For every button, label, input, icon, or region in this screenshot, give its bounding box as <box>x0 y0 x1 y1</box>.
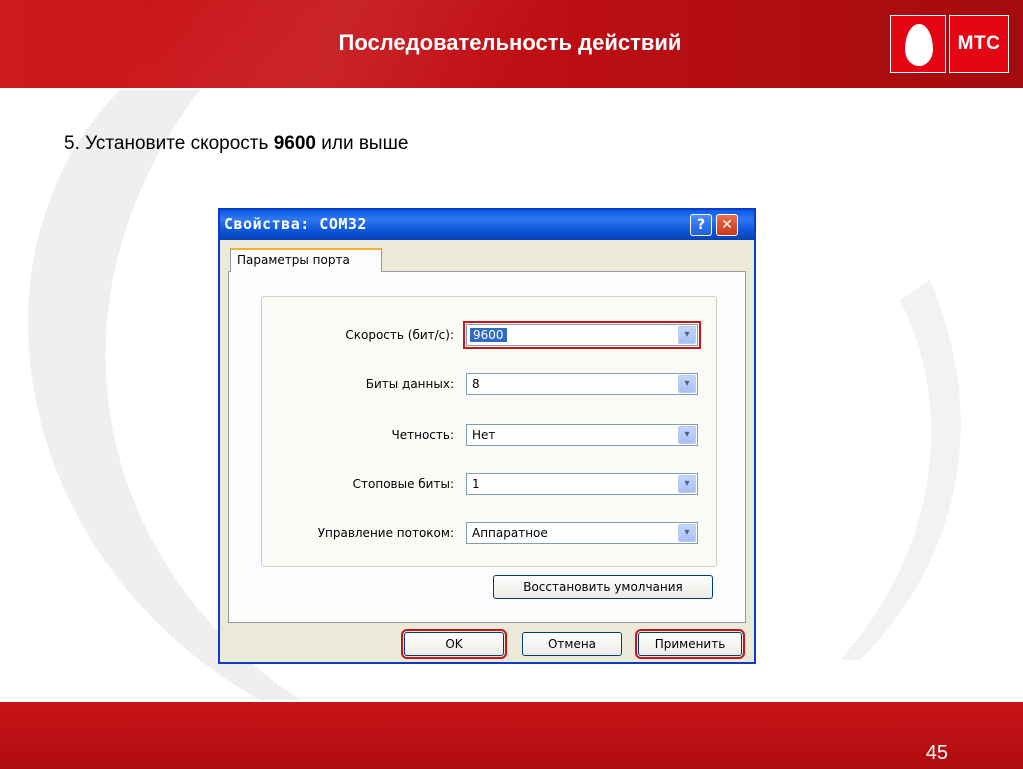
close-button[interactable]: ✕ <box>716 214 738 236</box>
mts-egg-logo <box>890 15 946 73</box>
apply-button[interactable]: Применить <box>635 629 745 659</box>
com-port-properties-dialog: Свойства: COM32 ? ✕ Параметры порта Скор… <box>218 208 756 664</box>
chevron-down-icon[interactable]: ▾ <box>678 326 696 344</box>
step-instruction: 5. Установите скорость 9600 или выше <box>64 133 408 155</box>
slide-footer: 45 <box>0 702 1023 769</box>
help-button[interactable]: ? <box>690 214 712 236</box>
stop-bits-select[interactable]: 1 ▾ <box>466 473 698 495</box>
mts-logo-text: МТС <box>949 15 1009 73</box>
tab-port-settings[interactable]: Параметры порта <box>230 248 382 272</box>
page-number: 45 <box>925 742 948 764</box>
flow-control-label: Управление потоком: <box>317 526 454 540</box>
chevron-down-icon[interactable]: ▾ <box>678 426 696 444</box>
stop-bits-label: Стоповые биты: <box>352 477 454 491</box>
speed-value: 9600 <box>470 328 507 342</box>
cancel-button[interactable]: Отмена <box>522 632 622 656</box>
dialog-title: Свойства: COM32 <box>224 215 367 233</box>
settings-group: Скорость (бит/с): 9600 ▾ Биты данных: 8 … <box>261 296 717 567</box>
chevron-down-icon[interactable]: ▾ <box>678 475 696 493</box>
chevron-down-icon[interactable]: ▾ <box>678 524 696 542</box>
flow-control-select[interactable]: Аппаратное ▾ <box>466 522 698 544</box>
dialog-titlebar: Свойства: COM32 ? ✕ <box>220 210 754 240</box>
slide-header: Последовательность действий <box>0 0 1023 88</box>
parity-label: Четность: <box>391 428 455 442</box>
egg-icon <box>905 24 933 66</box>
parity-select[interactable]: Нет ▾ <box>466 424 698 446</box>
speed-select[interactable]: 9600 ▾ <box>463 321 701 349</box>
flow-control-value: Аппаратное <box>472 526 548 540</box>
ok-button[interactable]: OK <box>401 629 507 659</box>
step-prefix: 5. Установите скорость <box>64 133 274 154</box>
step-suffix: или выше <box>315 133 409 154</box>
stop-bits-value: 1 <box>472 477 480 491</box>
chevron-down-icon[interactable]: ▾ <box>678 375 696 393</box>
slide-title: Последовательность действий <box>338 30 682 55</box>
speed-label: Скорость (бит/с): <box>345 328 454 342</box>
restore-defaults-button[interactable]: Восстановить умолчания <box>493 575 713 599</box>
data-bits-label: Биты данных: <box>365 377 454 391</box>
step-speed-value: 9600 <box>273 133 316 154</box>
tab-panel: Скорость (бит/с): 9600 ▾ Биты данных: 8 … <box>228 271 746 623</box>
data-bits-value: 8 <box>472 377 480 391</box>
parity-value: Нет <box>472 428 496 442</box>
data-bits-select[interactable]: 8 ▾ <box>466 373 698 395</box>
